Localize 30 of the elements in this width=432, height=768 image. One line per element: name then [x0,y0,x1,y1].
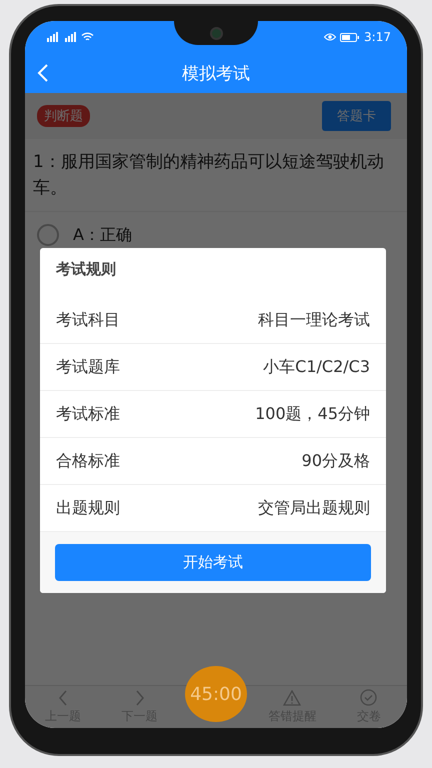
rule-label: 出题规则 [56,498,120,518]
rule-label: 合格标准 [56,450,120,472]
question-text: 1：服用国家管制的精神药品可以短途驾驶机动车。 [25,139,407,212]
status-time: 3:17 [364,30,391,44]
chevron-left-icon[interactable] [58,690,68,706]
page-title: 模拟考试 [182,62,250,84]
question-type-tag: 判断题 [37,105,90,127]
signal-icon [45,32,59,42]
rule-value: 小车C1/C2/C3 [263,356,370,378]
start-exam-button[interactable]: 开始考试 [55,544,371,581]
check-circle-icon[interactable] [360,689,378,706]
option-radio[interactable] [37,224,59,246]
chevron-right-icon[interactable] [134,690,145,706]
rule-value: 交管局出题规则 [258,498,370,518]
back-icon[interactable] [37,63,49,83]
wifi-icon [81,32,94,42]
rule-label: 考试题库 [56,356,120,378]
signal-icon [63,32,77,42]
rule-label: 考试标准 [56,404,120,424]
rule-label: 考试科目 [56,310,120,330]
warning-icon[interactable] [283,690,302,706]
rule-value: 90分及格 [302,450,370,472]
rule-value: 科目一理论考试 [258,310,370,330]
answer-card-button[interactable]: 答题卡 [322,101,391,131]
option-label[interactable]: A：正确 [73,224,132,246]
dialog-title: 考试规则 [54,259,117,280]
eye-icon [324,33,336,41]
timer-button[interactable]: 45:00 [185,666,247,722]
battery-icon [340,32,360,42]
rule-value: 100题，45分钟 [255,404,370,424]
